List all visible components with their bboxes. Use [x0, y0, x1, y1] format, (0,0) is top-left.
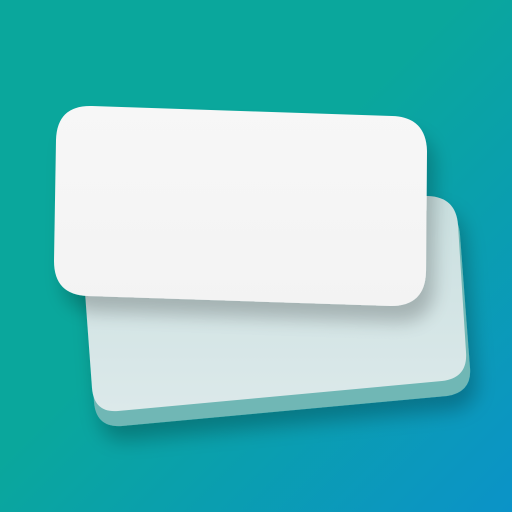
front-card [54, 105, 427, 306]
app-icon [0, 0, 512, 512]
stacked-cards-icon [54, 105, 471, 427]
front-card-face [54, 105, 427, 306]
